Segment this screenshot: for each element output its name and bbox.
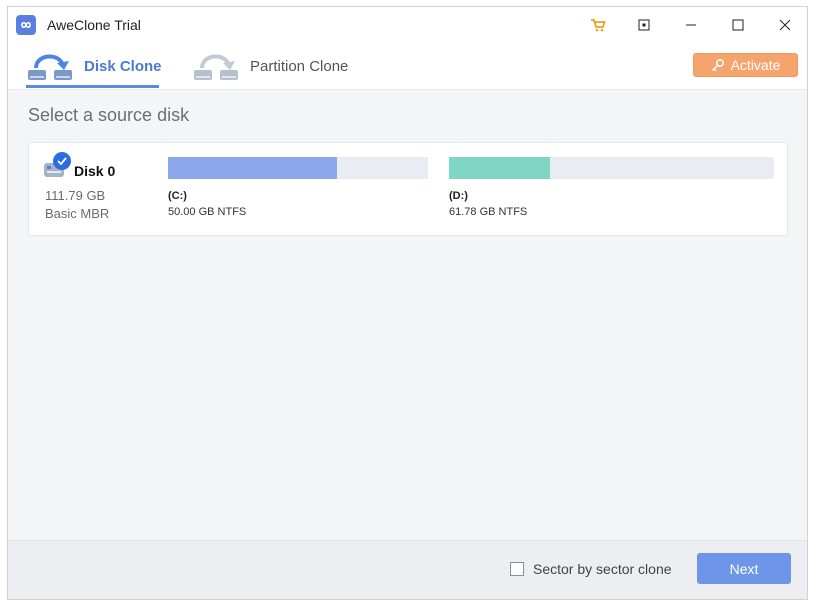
pin-window-icon <box>638 19 650 31</box>
disk-clone-icon <box>28 54 72 80</box>
partition-info: 61.78 GB NTFS <box>449 206 528 218</box>
partition-clone-icon <box>194 54 238 80</box>
sector-by-sector-checkbox[interactable] <box>510 562 524 576</box>
activate-label: Activate <box>730 57 781 73</box>
active-tab-indicator <box>26 85 159 88</box>
minimize-icon <box>686 24 696 26</box>
tab-partition-clone[interactable]: Partition Clone <box>192 43 348 89</box>
minimize-button[interactable] <box>676 13 706 37</box>
cart-icon <box>591 19 606 32</box>
selected-check-icon <box>53 152 71 170</box>
footer-bar: Sector by sector clone Next <box>8 540 807 599</box>
partition-letter: (C:) <box>168 190 187 202</box>
page-title: Select a source disk <box>28 105 190 125</box>
disk-size: 111.79 GB <box>45 188 106 203</box>
cart-button[interactable] <box>583 13 613 37</box>
disk-type: Basic MBR <box>45 206 110 221</box>
next-button[interactable]: Next <box>697 553 791 584</box>
maximize-icon <box>732 19 744 31</box>
partition-usage-bar <box>168 157 337 179</box>
pin-button[interactable] <box>629 13 659 37</box>
close-button[interactable] <box>770 13 800 37</box>
sector-by-sector-label: Sector by sector clone <box>533 561 672 577</box>
tab-partition-clone-label: Partition Clone <box>250 57 349 75</box>
tab-disk-clone-label: Disk Clone <box>84 57 162 75</box>
activate-button[interactable]: Activate <box>693 53 798 77</box>
window-title: AweClone Trial <box>47 17 141 33</box>
disk-card[interactable]: Disk 0 111.79 GB Basic MBR (C:) 50.00 GB… <box>28 142 788 236</box>
title-bar: AweClone Trial <box>8 7 807 43</box>
close-icon <box>779 19 791 31</box>
maximize-button[interactable] <box>723 13 753 37</box>
partition-info: 50.00 GB NTFS <box>168 206 247 218</box>
key-icon <box>711 59 724 72</box>
tab-bar: Disk Clone Partition Clone <box>8 43 807 90</box>
partition-usage-bar <box>449 157 550 179</box>
app-logo-icon <box>16 15 36 35</box>
tab-disk-clone[interactable]: Disk Clone <box>26 43 162 89</box>
partition-letter: (D:) <box>449 190 468 202</box>
app-window: AweClone Trial Disk Clone Partition Clon… <box>7 6 808 600</box>
disk-name: Disk 0 <box>74 163 116 179</box>
